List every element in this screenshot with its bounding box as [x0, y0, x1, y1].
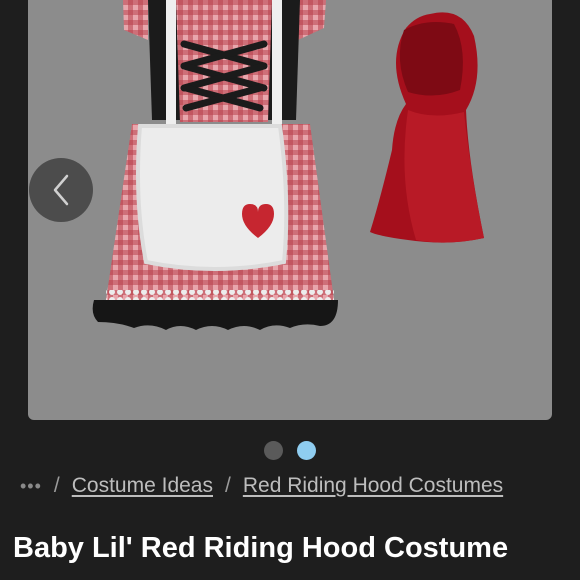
product-title: Baby Lil' Red Riding Hood Costume — [13, 532, 509, 564]
breadcrumb-separator: / — [53, 474, 60, 497]
product-page: ••• / Costume Ideas / Red Riding Hood Co… — [0, 0, 580, 580]
breadcrumb-ellipsis[interactable]: ••• — [20, 476, 42, 497]
breadcrumb-link-costume-ideas[interactable]: Costume Ideas — [72, 474, 213, 498]
breadcrumb: ••• / Costume Ideas / Red Riding Hood Co… — [20, 472, 515, 500]
breadcrumb-separator: / — [225, 474, 231, 497]
prev-image-button[interactable] — [29, 158, 93, 222]
carousel-dot-1[interactable] — [264, 441, 283, 460]
carousel-dot-2[interactable] — [297, 441, 316, 460]
chevron-left-icon — [53, 174, 69, 206]
image-gallery[interactable] — [28, 0, 552, 420]
product-image — [92, 0, 484, 330]
carousel-dots — [0, 441, 580, 461]
breadcrumb-link-red-riding-hood-costumes[interactable]: Red Riding Hood Costumes — [243, 474, 503, 498]
